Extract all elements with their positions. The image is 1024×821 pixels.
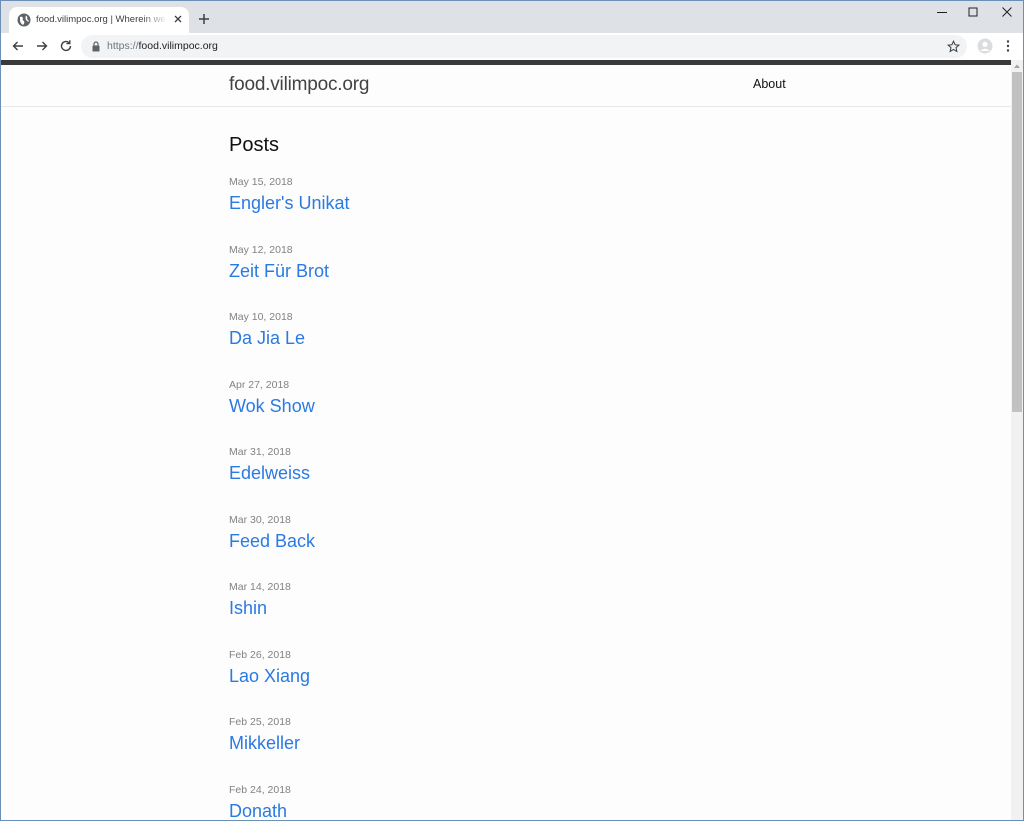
- post-date: May 12, 2018: [229, 243, 293, 256]
- page-viewport: food.vilimpoc.org About Posts May 15, 20…: [1, 65, 1011, 821]
- post-date: Feb 25, 2018: [229, 716, 291, 728]
- post-link[interactable]: Mikkeller: [229, 733, 300, 754]
- nav-about-link[interactable]: About: [753, 77, 786, 91]
- post-date: Mar 30, 2018: [229, 513, 291, 526]
- minimize-icon[interactable]: [935, 5, 949, 19]
- new-tab-icon[interactable]: [197, 12, 211, 26]
- url-text[interactable]: https://food.vilimpoc.org: [107, 40, 218, 52]
- post-date: May 15, 2018: [229, 176, 293, 188]
- post-link[interactable]: Donath: [229, 801, 287, 821]
- close-tab-icon[interactable]: [172, 13, 184, 25]
- site-title-link[interactable]: food.vilimpoc.org: [229, 74, 369, 96]
- bookmark-star-icon[interactable]: [947, 40, 960, 53]
- scroll-up-arrow-icon[interactable]: [1013, 62, 1021, 70]
- page-title: Posts: [229, 134, 280, 156]
- address-bar[interactable]: https://food.vilimpoc.org: [81, 35, 967, 58]
- browser-window: food.vilimpoc.org | Wherein we https://f…: [0, 0, 1024, 821]
- vertical-scrollbar[interactable]: [1011, 60, 1023, 820]
- url-host: food.vilimpoc.org: [138, 40, 218, 52]
- profile-avatar-icon[interactable]: [977, 38, 993, 54]
- post-link[interactable]: Ishin: [229, 598, 267, 619]
- post-link[interactable]: Feed Back: [229, 531, 315, 552]
- post-link[interactable]: Da Jia Le: [229, 328, 305, 349]
- maximize-icon[interactable]: [966, 5, 980, 19]
- post-link[interactable]: Edelweiss: [229, 463, 310, 484]
- back-arrow-icon[interactable]: [11, 39, 25, 53]
- close-window-icon[interactable]: [1000, 5, 1014, 19]
- lock-icon[interactable]: [91, 41, 101, 52]
- tab-title: food.vilimpoc.org | Wherein we: [36, 14, 166, 25]
- post-date: Apr 27, 2018: [229, 378, 290, 391]
- reload-icon[interactable]: [59, 39, 73, 53]
- scrollbar-thumb[interactable]: [1012, 72, 1022, 412]
- globe-icon: [17, 13, 31, 27]
- kebab-menu-icon[interactable]: [1003, 39, 1013, 53]
- browser-tab[interactable]: food.vilimpoc.org | Wherein we: [9, 7, 189, 33]
- post-date: Mar 31, 2018: [229, 446, 291, 458]
- browser-toolbar: https://food.vilimpoc.org: [1, 33, 1023, 60]
- post-date: May 10, 2018: [229, 311, 293, 323]
- post-link[interactable]: Engler's Unikat: [229, 193, 350, 214]
- tab-strip: food.vilimpoc.org | Wherein we: [1, 1, 1023, 33]
- post-date: Feb 26, 2018: [229, 648, 291, 661]
- forward-arrow-icon[interactable]: [35, 39, 49, 53]
- post-date: Mar 14, 2018: [229, 581, 291, 593]
- post-date: Feb 24, 2018: [229, 783, 291, 796]
- site-header: food.vilimpoc.org About: [1, 65, 1011, 107]
- post-link[interactable]: Zeit Für Brot: [229, 261, 329, 282]
- post-link[interactable]: Wok Show: [229, 396, 315, 417]
- post-link[interactable]: Lao Xiang: [229, 666, 310, 687]
- url-scheme: https://: [107, 40, 139, 52]
